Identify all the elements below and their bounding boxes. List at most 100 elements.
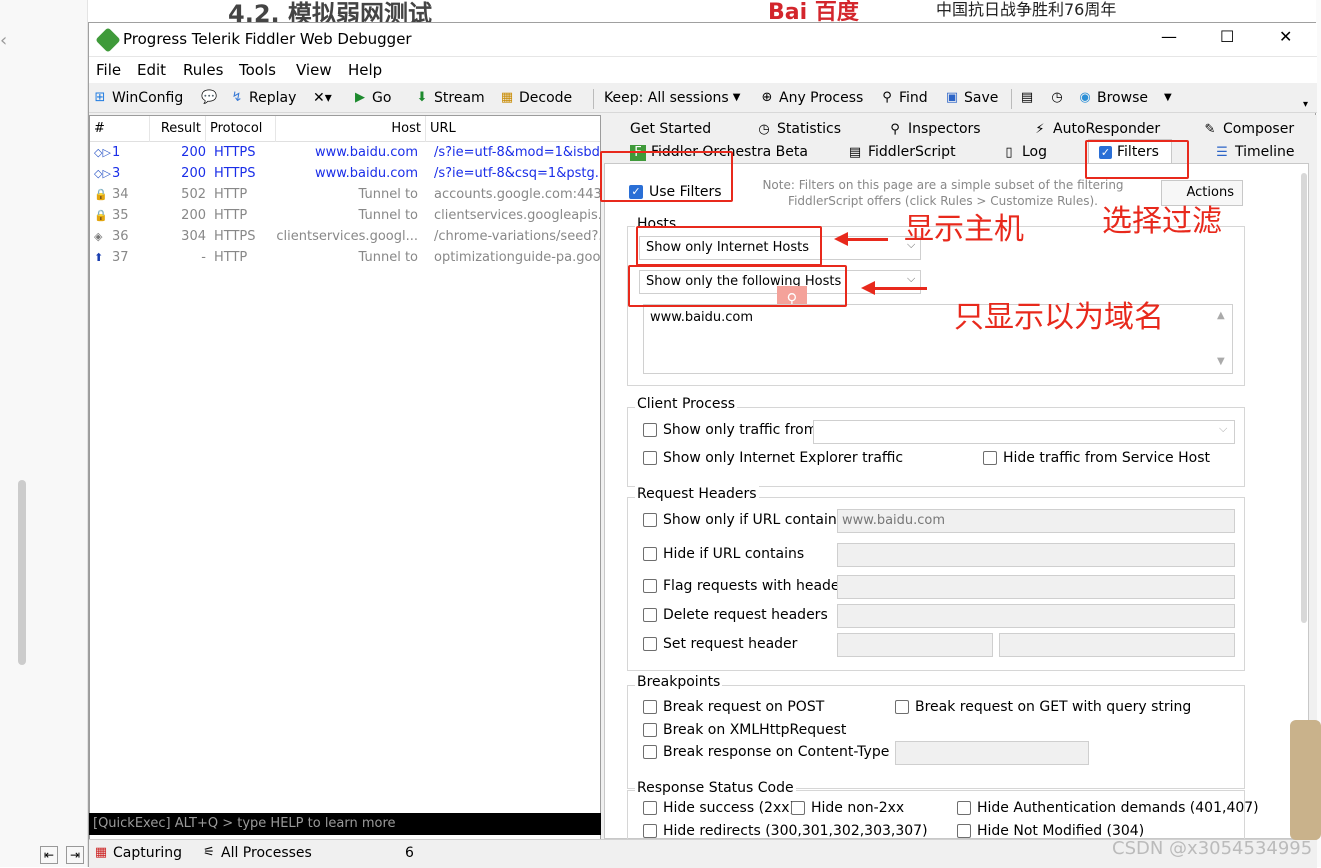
- comment-button[interactable]: 💬: [201, 87, 217, 109]
- col-result[interactable]: Result: [150, 116, 206, 142]
- hide-not-modified-checkbox[interactable]: Hide Not Modified (304): [957, 823, 1144, 839]
- hide-success-checkbox[interactable]: Hide success (2xx): [643, 800, 795, 816]
- cell-host: www.baidu.com: [314, 145, 418, 160]
- col-id[interactable]: #: [90, 116, 150, 142]
- hide-service-host-checkbox[interactable]: Hide traffic from Service Host: [983, 450, 1210, 466]
- col-url[interactable]: URL: [426, 116, 600, 142]
- remove-label: ✕▾: [313, 90, 332, 106]
- script-icon: ▤: [848, 144, 862, 160]
- checkbox-icon: [643, 608, 657, 622]
- filters-scrollbar[interactable]: [1301, 173, 1307, 623]
- process-filter-status[interactable]: ⚟ All Processes: [201, 845, 312, 861]
- col-protocol[interactable]: Protocol: [206, 116, 276, 142]
- menu-file[interactable]: File: [96, 61, 121, 79]
- capturing-toggle[interactable]: ▦ Capturing: [93, 845, 182, 861]
- menu-view[interactable]: View: [296, 61, 332, 79]
- hide-url-contains-checkbox[interactable]: Hide if URL contains: [643, 546, 804, 562]
- session-type-icon: ◈: [94, 230, 103, 243]
- cell-host: Tunnel to: [358, 208, 418, 223]
- hide-non2xx-label: Hide non-2xx: [811, 800, 905, 816]
- toolbar-overflow-icon[interactable]: ▾: [1303, 99, 1308, 110]
- show-traffic-from-checkbox[interactable]: Show only traffic from: [643, 422, 817, 438]
- browse-button[interactable]: ◉ Browse ▼: [1077, 87, 1171, 109]
- sessions-list[interactable]: # Result Protocol Host URL ◇▷ 1 200 HTTPS ww…: [89, 115, 601, 841]
- url-contains-input[interactable]: www.baidu.com: [837, 509, 1235, 533]
- process-select[interactable]: [813, 420, 1235, 444]
- tab-inspectors[interactable]: ⚲ Inspectors: [887, 118, 980, 141]
- flag-headers-checkbox[interactable]: Flag requests with headers: [643, 578, 853, 594]
- delete-headers-input[interactable]: [837, 604, 1235, 628]
- right-arrow-icon[interactable]: ⇥: [66, 846, 84, 864]
- breakpoints-label: Breakpoints: [635, 674, 723, 690]
- tab-statistics[interactable]: ◷ Statistics: [756, 118, 841, 141]
- hosts-scroll-up-icon[interactable]: ▲: [1217, 310, 1225, 321]
- hide-auth-checkbox[interactable]: Hide Authentication demands (401,407): [957, 800, 1259, 816]
- break-xhr-checkbox[interactable]: Break on XMLHttpRequest: [643, 722, 846, 738]
- table-row[interactable]: ◇▷ 1 200 HTTPS www.baidu.com/s?ie=utf-8&mod=…: [90, 142, 600, 163]
- content-type-input[interactable]: [895, 741, 1089, 765]
- flag-headers-input[interactable]: [837, 575, 1235, 599]
- checkbox-icon: [643, 547, 657, 561]
- timer-button[interactable]: ◷: [1049, 87, 1065, 109]
- set-header-name-input[interactable]: [837, 633, 993, 657]
- comment-icon: 💬: [201, 90, 218, 105]
- tab-timeline[interactable]: ☰ Timeline: [1214, 141, 1295, 164]
- table-row[interactable]: ◇▷ 3 200 HTTPS www.baidu.com/s?ie=utf-8&csq=…: [90, 163, 600, 184]
- tab-composer[interactable]: ✎ Composer: [1202, 118, 1295, 141]
- menu-edit[interactable]: Edit: [137, 61, 166, 79]
- scrollbar-thumb[interactable]: [18, 480, 26, 665]
- cell-id: 34: [112, 187, 129, 202]
- hosts-scroll-down-icon[interactable]: ▼: [1217, 356, 1225, 367]
- set-header-checkbox[interactable]: Set request header: [643, 636, 797, 652]
- show-url-contains-checkbox[interactable]: Show only if URL contains: [643, 512, 844, 528]
- close-button[interactable]: ✕: [1279, 27, 1292, 46]
- break-get-checkbox[interactable]: Break request on GET with query string: [895, 699, 1191, 715]
- col-host[interactable]: Host: [276, 116, 426, 142]
- tab-autoresponder[interactable]: ⚡ AutoResponder: [1032, 118, 1160, 141]
- winconfig-button[interactable]: ⊞ WinConfig: [92, 87, 184, 109]
- screenshot-button[interactable]: ▤: [1019, 87, 1035, 109]
- keep-sessions-dropdown[interactable]: Keep: All sessions ▼: [604, 87, 740, 109]
- break-post-label: Break request on POST: [663, 699, 825, 715]
- cell-url: accounts.google.com:443: [434, 187, 600, 202]
- go-button[interactable]: ▶ Go: [352, 87, 391, 109]
- table-row[interactable]: 🔒 34 502 HTTP Tunnel to accounts.google.com:4…: [90, 184, 600, 205]
- menu-help[interactable]: Help: [348, 61, 382, 79]
- decode-label: Decode: [519, 90, 573, 106]
- break-get-label: Break request on GET with query string: [915, 699, 1192, 715]
- decode-button[interactable]: ▦ Decode: [499, 87, 572, 109]
- tab-log[interactable]: ▯ Log: [1001, 141, 1047, 164]
- delete-headers-checkbox[interactable]: Delete request headers: [643, 607, 828, 623]
- tab-get-started[interactable]: Get Started: [630, 118, 711, 141]
- table-row[interactable]: 🔒 35 200 HTTP Tunnel to clientservices.google…: [90, 205, 600, 226]
- ie-traffic-checkbox[interactable]: Show only Internet Explorer traffic: [643, 450, 903, 466]
- tab-timeline-label: Timeline: [1235, 144, 1295, 160]
- stream-button[interactable]: ⬇ Stream: [414, 87, 485, 109]
- save-button[interactable]: ▣ Save: [944, 87, 999, 109]
- checkbox-icon: [643, 723, 657, 737]
- menu-rules[interactable]: Rules: [183, 61, 223, 79]
- baidu-news-link[interactable]: 中国抗日战争胜利76周年: [936, 0, 1116, 20]
- cell-protocol: HTTP: [214, 250, 248, 265]
- break-content-type-checkbox[interactable]: Break response on Content-Type: [643, 744, 889, 760]
- break-post-checkbox[interactable]: Break request on POST: [643, 699, 824, 715]
- table-row[interactable]: ⬆ 37 - HTTP Tunnel to optimizationguide-pa.go…: [90, 247, 600, 268]
- menu-tools[interactable]: Tools: [239, 61, 276, 79]
- save-icon: ▣: [945, 90, 959, 105]
- maximize-button[interactable]: ☐: [1220, 27, 1234, 46]
- hide-url-input[interactable]: [837, 543, 1235, 567]
- hide-non2xx-checkbox[interactable]: Hide non-2xx: [791, 800, 904, 816]
- find-button[interactable]: ⚲ Find: [879, 87, 927, 109]
- left-arrow-icon[interactable]: ⇤: [40, 846, 58, 864]
- minimize-button[interactable]: —: [1161, 27, 1177, 46]
- table-row[interactable]: ◈ 36 304 HTTPS clientservices.googl... /chrom…: [90, 226, 600, 247]
- hide-redirects-checkbox[interactable]: Hide redirects (300,301,302,303,307): [643, 823, 928, 839]
- annotation-select-filter: 选择过滤: [1102, 204, 1222, 239]
- replay-button[interactable]: ↯ Replay: [229, 87, 297, 109]
- remove-button[interactable]: ✕▾: [313, 87, 332, 109]
- tab-fiddlerscript[interactable]: ▤ FiddlerScript: [847, 141, 956, 164]
- quickexec-input[interactable]: [QuickExec] ALT+Q > type HELP to learn m…: [89, 813, 601, 835]
- any-process-button[interactable]: ⊕ Any Process: [759, 87, 864, 109]
- checkbox-icon: [643, 637, 657, 651]
- set-header-value-input[interactable]: [999, 633, 1235, 657]
